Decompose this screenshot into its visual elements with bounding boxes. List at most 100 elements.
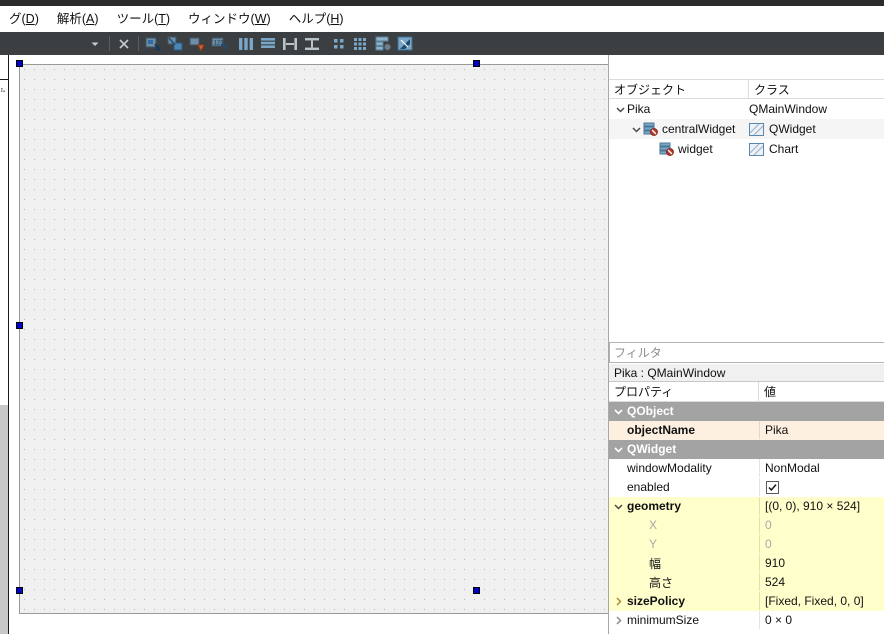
- property-value-cell[interactable]: 910: [759, 554, 884, 572]
- property-value-label: [Fixed, Fixed, 0, 0]: [765, 594, 864, 608]
- property-value-cell: [759, 402, 884, 420]
- property-row-geometry-height[interactable]: 高さ 524: [609, 573, 884, 592]
- property-value-cell[interactable]: [759, 478, 884, 496]
- property-row-minimumsize[interactable]: minimumSize 0 × 0: [609, 611, 884, 630]
- property-key-label: QWidget: [627, 442, 677, 456]
- enabled-checkbox[interactable]: [766, 480, 779, 494]
- tree-row[interactable]: centralWidget QWidget: [609, 119, 884, 139]
- column-header-class[interactable]: クラス: [749, 80, 884, 98]
- selection-handle-top-right[interactable]: [473, 60, 480, 67]
- property-key-label: 高さ: [649, 575, 674, 590]
- property-value-label: 0: [765, 537, 772, 551]
- menu-item-help[interactable]: ヘルプ(H): [280, 7, 353, 31]
- selection-handle-middle-left[interactable]: [16, 322, 23, 329]
- selection-handle-bottom-right[interactable]: [473, 587, 480, 594]
- property-key-cell: 高さ: [609, 573, 759, 591]
- property-value-cell[interactable]: 0: [759, 535, 884, 553]
- property-value-cell[interactable]: NonModal: [759, 459, 884, 477]
- property-key-label: windowModality: [627, 461, 712, 475]
- property-table-header: プロパティ 値: [609, 382, 884, 402]
- form-window-pika[interactable]: [19, 64, 608, 614]
- chevron-down-icon[interactable]: [629, 122, 643, 136]
- property-filter-placeholder: フィルタ: [614, 346, 662, 360]
- property-row-geometry-x[interactable]: X 0: [609, 516, 884, 535]
- tree-row[interactable]: Pika QMainWindow: [609, 99, 884, 119]
- property-key-label: X: [649, 518, 658, 532]
- selection-handle-top-left[interactable]: [16, 60, 23, 67]
- chevron-right-icon[interactable]: [609, 611, 627, 629]
- property-row-geometry[interactable]: geometry [(0, 0), 910 × 524]: [609, 497, 884, 516]
- property-key-label: sizePolicy: [627, 594, 686, 608]
- toolbar-left-spacer: [0, 32, 84, 55]
- layout-splitter-vertical-button[interactable]: [301, 33, 323, 54]
- property-value-label: [(0, 0), 910 × 524]: [765, 499, 861, 513]
- property-row-objectname[interactable]: objectName Pika: [609, 421, 884, 440]
- property-value-cell: [759, 440, 884, 458]
- tree-row[interactable]: widget Chart: [609, 139, 884, 159]
- right-dock-panel: オブジェクト クラス Pika QMainWindow centralWidge…: [608, 55, 884, 634]
- menu-item-debug[interactable]: グ(D): [0, 7, 48, 31]
- property-value-label: 0 × 0: [765, 613, 793, 627]
- property-key-label: enabled: [627, 480, 670, 494]
- menu-bar: グ(D) 解析(A) ツール(T) ウィンドウ(W) ヘルプ(H): [0, 6, 884, 32]
- chevron-down-icon[interactable]: [613, 102, 627, 116]
- column-header-property[interactable]: プロパティ: [609, 382, 759, 401]
- property-value-cell[interactable]: 0 × 0: [759, 611, 884, 629]
- property-key-label: minimumSize: [627, 613, 700, 627]
- left-dock-strip: [0, 55, 9, 634]
- property-value-cell[interactable]: Pika: [759, 421, 884, 439]
- property-value-cell[interactable]: 0: [759, 516, 884, 534]
- property-row-sizepolicy[interactable]: sizePolicy [Fixed, Fixed, 0, 0]: [609, 592, 884, 611]
- layout-grid-button[interactable]: [350, 33, 372, 54]
- layout-vertically-button[interactable]: [257, 33, 279, 54]
- tree-row-class-cell: Chart: [749, 142, 884, 156]
- property-row-enabled[interactable]: enabled: [609, 478, 884, 497]
- edit-buddies-button[interactable]: [186, 33, 208, 54]
- property-group-row-qwidget[interactable]: QWidget: [609, 440, 884, 459]
- left-dock-scrollbar[interactable]: [0, 405, 8, 634]
- menu-label-suffix: ): [339, 12, 344, 26]
- tree-row-name-cell: centralWidget: [609, 122, 749, 136]
- property-row-geometry-y[interactable]: Y 0: [609, 535, 884, 554]
- property-row-windowmodality[interactable]: windowModality NonModal: [609, 459, 884, 478]
- property-value-cell[interactable]: [Fixed, Fixed, 0, 0]: [759, 592, 884, 610]
- edit-tab-order-button[interactable]: 123: [208, 33, 230, 54]
- chevron-right-icon[interactable]: [609, 592, 627, 610]
- layout-splitter-horizontal-button[interactable]: [279, 33, 301, 54]
- tree-item-class: QWidget: [769, 122, 816, 136]
- left-dock-resize-grip[interactable]: [0, 85, 8, 95]
- column-header-object[interactable]: オブジェクト: [609, 80, 749, 98]
- chevron-down-icon[interactable]: [609, 402, 627, 420]
- property-group-row-qobject[interactable]: QObject: [609, 402, 884, 421]
- layout-form-button[interactable]: [328, 33, 350, 54]
- property-value-cell[interactable]: 524: [759, 573, 884, 591]
- property-value-cell[interactable]: [(0, 0), 910 × 524]: [759, 497, 884, 515]
- menu-label-suffix: ): [266, 12, 271, 26]
- chevron-down-icon[interactable]: [609, 497, 627, 515]
- object-inspector-header: オブジェクト クラス: [609, 79, 884, 99]
- menu-item-window[interactable]: ウィンドウ(W): [179, 7, 280, 31]
- adjust-size-button[interactable]: [394, 33, 416, 54]
- menu-item-analyze[interactable]: 解析(A): [48, 7, 108, 31]
- column-header-value[interactable]: 値: [759, 382, 884, 401]
- toolbar-overflow-chevron[interactable]: [84, 33, 106, 54]
- break-layout-button[interactable]: [372, 33, 394, 54]
- chevron-down-icon[interactable]: [609, 440, 627, 458]
- edit-widgets-button[interactable]: [142, 33, 164, 54]
- form-canvas-area[interactable]: [10, 55, 608, 634]
- edit-signals-slots-button[interactable]: [164, 33, 186, 54]
- tree-item-class: QMainWindow: [749, 102, 828, 116]
- layout-horizontally-button[interactable]: [235, 33, 257, 54]
- tree-row-name-cell: widget: [609, 142, 749, 156]
- property-key-cell: geometry: [609, 497, 759, 515]
- property-filter-input[interactable]: フィルタ: [609, 342, 884, 363]
- selection-handle-bottom-left[interactable]: [16, 587, 23, 594]
- qt-designer-window: グ(D) 解析(A) ツール(T) ウィンドウ(W) ヘルプ(H) 123 オブ…: [0, 0, 884, 634]
- toolbar-close-button[interactable]: [113, 33, 135, 54]
- property-key-cell: windowModality: [609, 459, 759, 477]
- property-row-geometry-width[interactable]: 幅 910: [609, 554, 884, 573]
- property-key-cell: X: [609, 516, 759, 534]
- menu-item-tools[interactable]: ツール(T): [108, 7, 179, 31]
- form-editor-toolbar: 123: [0, 32, 884, 55]
- property-value-label: 0: [765, 518, 772, 532]
